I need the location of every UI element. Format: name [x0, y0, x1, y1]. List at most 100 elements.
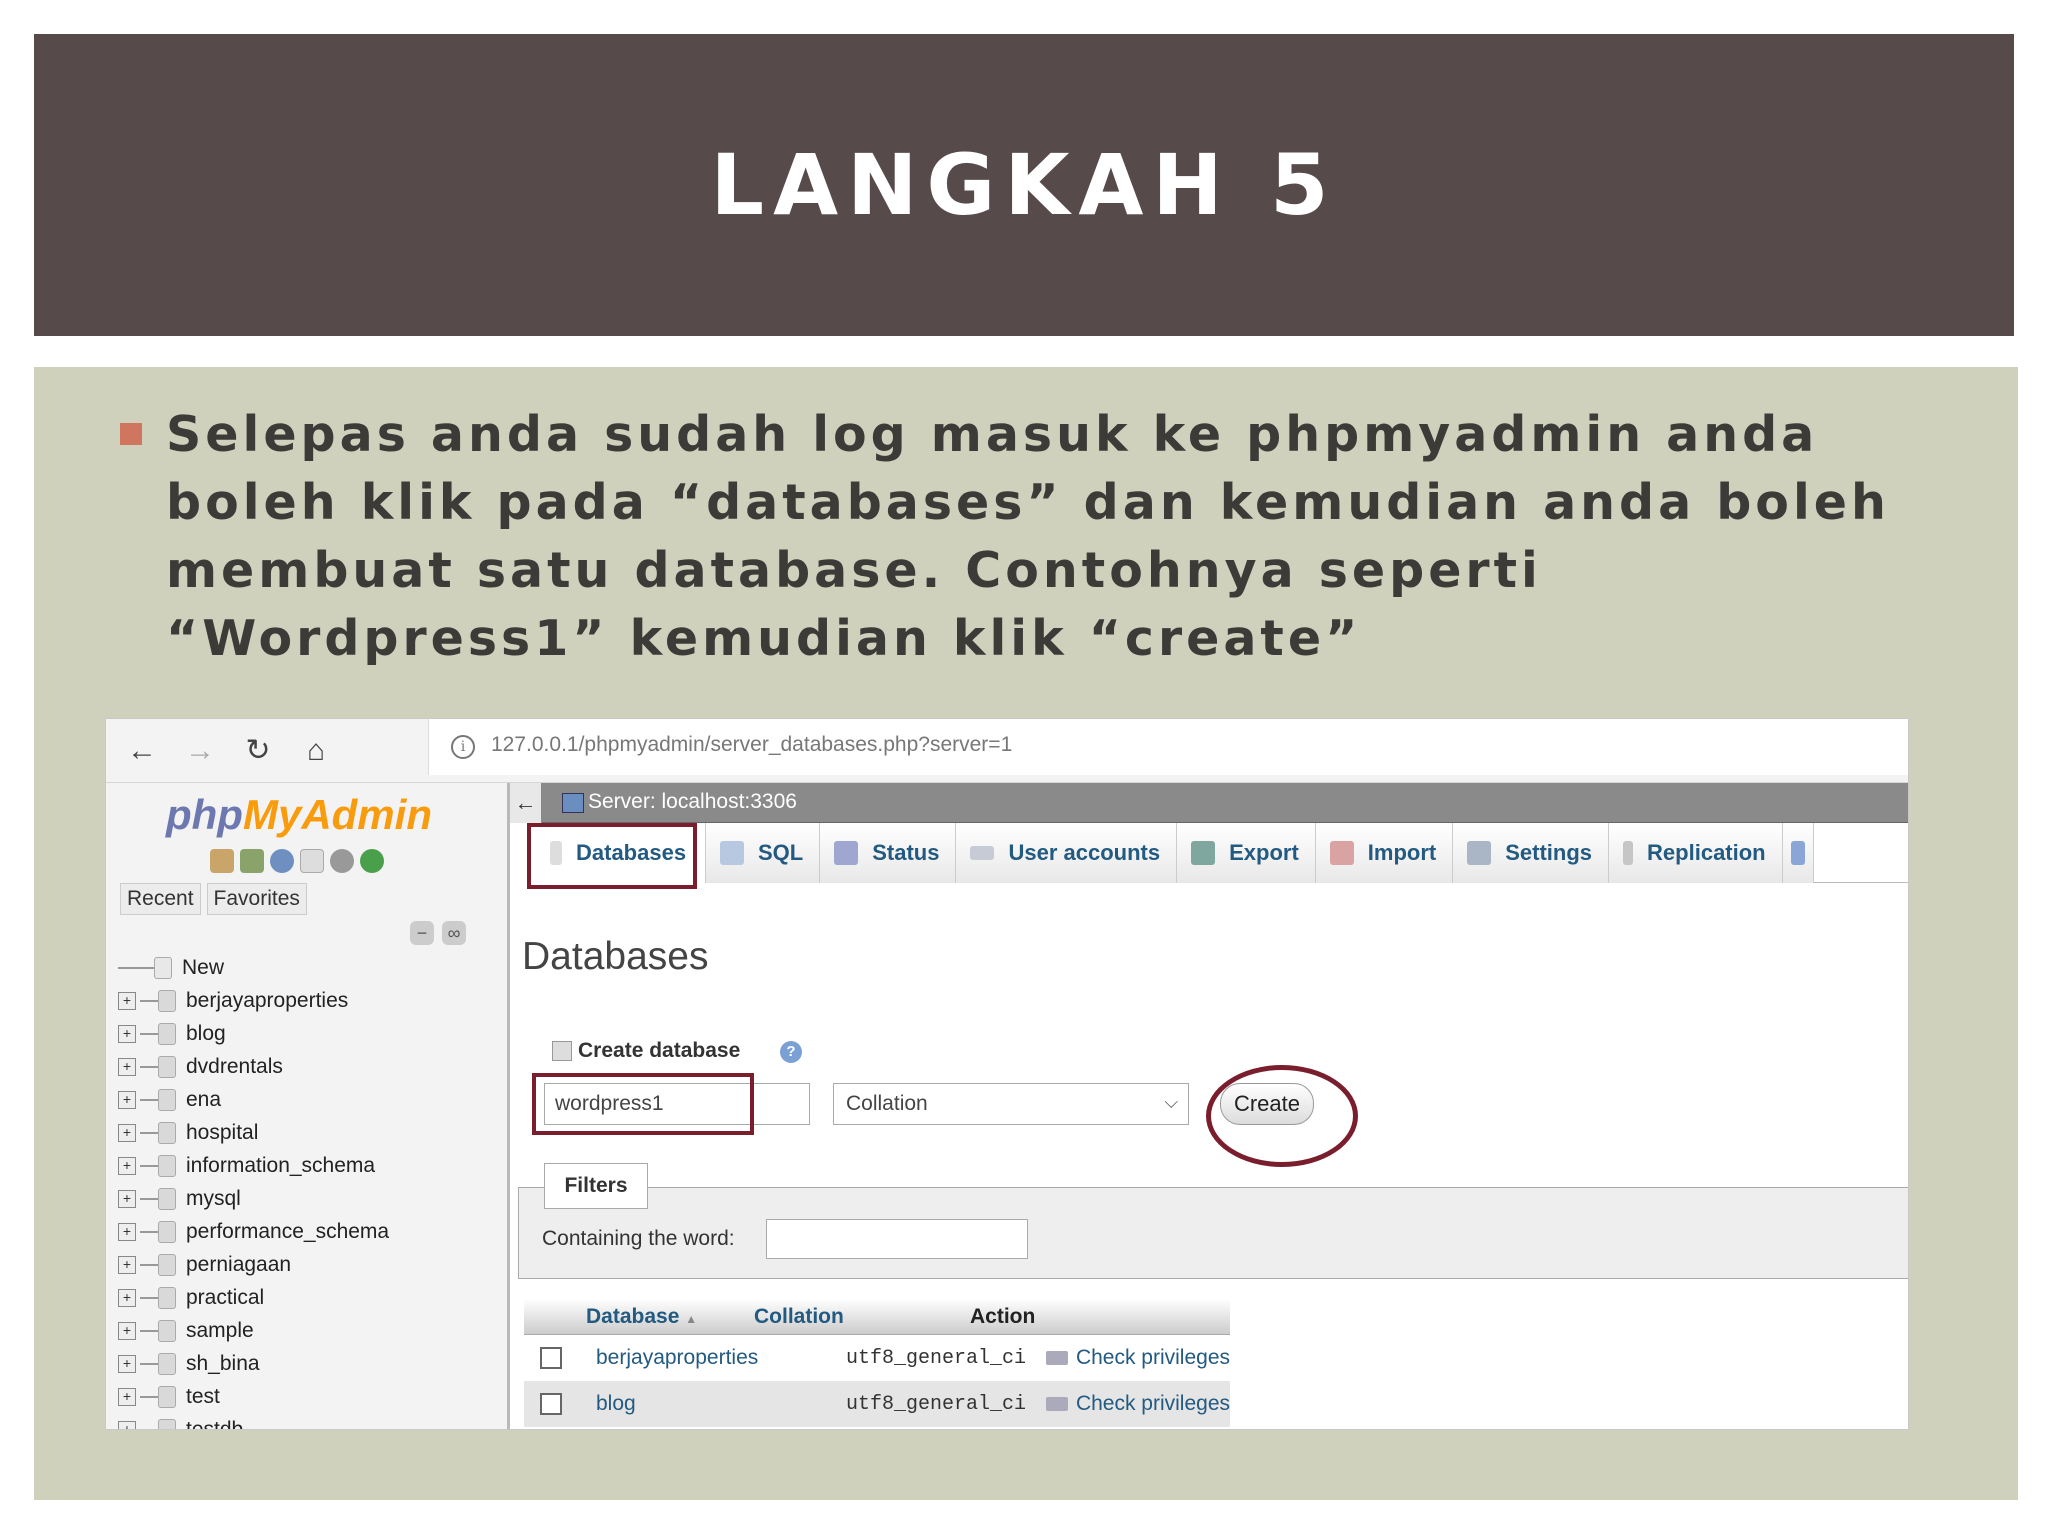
gear-icon[interactable] [330, 849, 354, 873]
tree-item[interactable]: + performance_schema [118, 1215, 389, 1248]
tree-item-new[interactable]: New [118, 951, 389, 984]
database-icon [158, 1286, 176, 1309]
help-icon[interactable] [270, 849, 294, 873]
check-privileges-link[interactable]: Check privileges [1045, 1346, 1230, 1370]
reload-icon[interactable] [360, 849, 384, 873]
server-breadcrumb: ← Server: localhost:3306 [510, 783, 1908, 823]
row-checkbox[interactable] [540, 1347, 562, 1369]
link-icon[interactable]: ∞ [442, 921, 466, 945]
database-icon [158, 1253, 176, 1276]
tree-item[interactable]: + practical [118, 1281, 389, 1314]
tree-item[interactable]: + berjayaproperties [118, 984, 389, 1017]
tree-item[interactable]: + test [118, 1380, 389, 1413]
database-icon [158, 1220, 176, 1243]
tab-settings[interactable]: Settings [1453, 823, 1610, 883]
expand-icon[interactable]: + [118, 991, 136, 1010]
main-panel: ← Server: localhost:3306 Databases SQL S… [510, 783, 1908, 1429]
header-collation[interactable]: Collation [750, 1305, 970, 1329]
tree-item[interactable]: + ena [118, 1083, 389, 1116]
expand-icon[interactable]: + [118, 1189, 136, 1208]
docs-icon[interactable] [300, 849, 324, 873]
tab-export[interactable]: Export [1177, 823, 1316, 883]
server-icon [562, 793, 584, 813]
expand-icon[interactable]: + [118, 1420, 136, 1429]
more-icon [1790, 841, 1805, 865]
database-icon [158, 1088, 176, 1111]
tree-item[interactable]: + sh_bina [118, 1347, 389, 1380]
header-database[interactable]: Database ▲ [524, 1305, 750, 1329]
home-icon[interactable]: ⌂ [296, 731, 336, 771]
tab-replication[interactable]: Replication [1609, 823, 1783, 883]
table-row: berjayaproperties utf8_general_ci Check … [524, 1335, 1230, 1381]
tab-favorites[interactable]: Favorites [206, 883, 307, 915]
page-title: Databases [522, 935, 709, 978]
expand-icon[interactable]: + [118, 1024, 136, 1043]
forward-arrow-icon[interactable]: → [180, 731, 220, 771]
phpmyadmin-screenshot: ← → ↻ ⌂ i 127.0.0.1/phpmyadmin/server_da… [105, 718, 1909, 1430]
expand-icon[interactable]: + [118, 1288, 136, 1307]
chevron-down-icon: ⌵ [1164, 1092, 1178, 1112]
expand-icon[interactable]: + [118, 1387, 136, 1406]
tab-more[interactable] [1782, 823, 1814, 883]
tree-item[interactable]: + hospital [118, 1116, 389, 1149]
navigation-sidebar: phpMyAdmin Recent Favorites − ∞ New + be… [106, 783, 510, 1429]
users-icon [970, 846, 995, 860]
expand-icon[interactable]: + [118, 1354, 136, 1373]
browser-toolbar: ← → ↻ ⌂ i 127.0.0.1/phpmyadmin/server_da… [106, 719, 1908, 783]
tab-status[interactable]: Status [820, 823, 957, 883]
collation-value: utf8_general_ci [845, 1392, 1026, 1416]
recent-favorites-tabs: Recent Favorites [120, 883, 307, 915]
collapse-arrow-icon[interactable]: ← [510, 783, 542, 823]
phpmyadmin-logo[interactable]: phpMyAdmin [166, 791, 432, 839]
expand-icon[interactable]: + [118, 1090, 136, 1109]
database-icon [158, 1055, 176, 1078]
header-action: Action [970, 1304, 1036, 1328]
expand-icon[interactable]: + [118, 1057, 136, 1076]
expand-icon[interactable]: + [118, 1222, 136, 1241]
tab-user-accounts[interactable]: User accounts [956, 823, 1178, 883]
row-checkbox[interactable] [540, 1393, 562, 1415]
database-icon [158, 989, 176, 1012]
collapse-all-icon[interactable]: − [410, 921, 434, 945]
new-database-icon [154, 956, 172, 979]
tree-item[interactable]: + blog [118, 1017, 389, 1050]
tree-item[interactable]: + information_schema [118, 1149, 389, 1182]
bullet-text: Selepas anda sudah log masuk ke phpmyadm… [166, 406, 1890, 667]
server-label[interactable]: Server: localhost:3306 [588, 790, 797, 814]
tree-item[interactable]: + dvdrentals [118, 1050, 389, 1083]
expand-icon[interactable]: + [118, 1123, 136, 1142]
tree-item[interactable]: + mysql [118, 1182, 389, 1215]
expand-icon[interactable]: + [118, 1156, 136, 1175]
database-link[interactable]: blog [596, 1392, 846, 1416]
info-icon[interactable]: i [451, 735, 475, 759]
expand-icon[interactable]: + [118, 1321, 136, 1340]
logout-icon[interactable] [240, 849, 264, 873]
table-row: blog utf8_general_ci Check privileges [524, 1381, 1230, 1427]
sort-asc-icon: ▲ [685, 1311, 698, 1326]
expand-icon[interactable]: + [118, 1255, 136, 1274]
tree-item[interactable]: + perniagaan [118, 1248, 389, 1281]
tab-recent[interactable]: Recent [120, 883, 201, 915]
tree-item[interactable]: + testdb [118, 1413, 389, 1429]
tree-item[interactable]: + sample [118, 1314, 389, 1347]
tab-import[interactable]: Import [1315, 823, 1454, 883]
refresh-icon[interactable]: ↻ [238, 731, 278, 771]
database-icon [158, 1319, 176, 1342]
database-icon [158, 1121, 176, 1144]
database-link[interactable]: berjayaproperties [596, 1346, 846, 1370]
address-bar[interactable]: i 127.0.0.1/phpmyadmin/server_databases.… [428, 719, 1908, 775]
filters-label: Filters [544, 1163, 648, 1209]
back-arrow-icon[interactable]: ← [122, 731, 162, 771]
sidebar-toolbar [210, 849, 384, 873]
top-tab-bar: Databases SQL Status User accounts Expor… [510, 823, 1908, 883]
new-database-icon [552, 1041, 572, 1061]
help-icon[interactable]: ? [780, 1041, 802, 1063]
database-icon [158, 1187, 176, 1210]
sql-icon [720, 841, 744, 865]
databases-table: Database ▲ Collation Action berjayaprope… [524, 1299, 1230, 1427]
filter-input[interactable] [766, 1219, 1028, 1259]
check-privileges-link[interactable]: Check privileges [1045, 1392, 1230, 1416]
tab-sql[interactable]: SQL [706, 823, 821, 883]
home-icon[interactable] [210, 849, 234, 873]
collation-select[interactable]: Collation ⌵ [833, 1083, 1189, 1125]
